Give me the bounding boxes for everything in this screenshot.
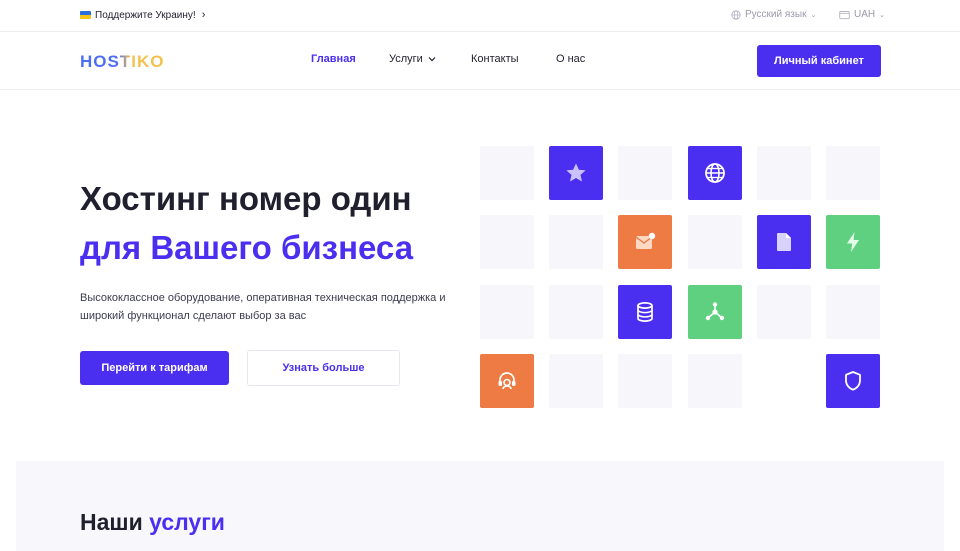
nav-contacts-label: Контакты xyxy=(471,53,519,65)
empty-tile xyxy=(549,285,603,339)
nav-contacts[interactable]: Контакты xyxy=(471,53,519,65)
network-tile xyxy=(688,285,742,339)
support-ukraine-link[interactable]: Поддержите Украину! › xyxy=(80,9,205,21)
file-tile xyxy=(757,215,811,269)
empty-tile xyxy=(549,354,603,408)
empty-tile xyxy=(688,354,742,408)
services-title-plain: Наши xyxy=(80,509,143,535)
learn-more-button[interactable]: Узнать больше xyxy=(247,350,400,386)
chevron-down-icon xyxy=(428,57,436,62)
hero-title-line2: для Вашего бизнеса xyxy=(80,229,414,266)
site-header: HOSTIKO Главная Услуги Контакты О нас Ли… xyxy=(0,32,960,90)
services-title: Наши услуги xyxy=(80,509,225,536)
empty-tile xyxy=(757,146,811,200)
chevron-down-icon: ⌄ xyxy=(879,11,885,19)
hero-title-line1: Хостинг номер один xyxy=(80,180,412,217)
mail-icon xyxy=(635,232,656,249)
currency-label: UAH xyxy=(854,9,876,20)
ukraine-flag-icon xyxy=(80,11,91,19)
star-icon xyxy=(566,163,586,182)
mail-tile xyxy=(618,215,672,269)
globe-icon xyxy=(731,9,741,20)
network-icon xyxy=(705,302,725,321)
hero-description-line1: Высококлассное оборудование, оперативная… xyxy=(80,292,446,304)
hostiko-logo[interactable]: HOSTIKO xyxy=(80,52,164,72)
nav-home-label: Главная xyxy=(311,53,356,65)
globe-tile xyxy=(688,146,742,200)
language-selector[interactable]: Русский язык ⌄ xyxy=(731,9,816,20)
currency-selector[interactable]: UAH ⌄ xyxy=(839,9,885,20)
database-icon xyxy=(637,302,653,322)
services-section xyxy=(16,461,944,551)
shield-icon xyxy=(845,371,861,391)
support-tile xyxy=(480,354,534,408)
empty-tile xyxy=(688,215,742,269)
empty-tile xyxy=(618,146,672,200)
hero-description-line2: широкий функционал сделают выбор за вас xyxy=(80,310,307,322)
personal-cabinet-button[interactable]: Личный кабинет xyxy=(757,45,881,77)
lightning-icon xyxy=(847,232,859,252)
empty-tile xyxy=(480,146,534,200)
empty-tile xyxy=(757,285,811,339)
services-title-accent: услуги xyxy=(149,509,225,535)
shield-tile xyxy=(826,354,880,408)
file-icon xyxy=(777,233,791,251)
language-label: Русский язык xyxy=(745,9,807,20)
empty-tile xyxy=(480,285,534,339)
nav-services[interactable]: Услуги xyxy=(389,53,436,65)
globe-icon xyxy=(705,163,725,183)
nav-about-label: О нас xyxy=(556,53,586,65)
hero-description: Высококлассное оборудование, оперативная… xyxy=(80,289,480,325)
support-ukraine-label: Поддержите Украину! xyxy=(95,9,196,21)
database-tile xyxy=(618,285,672,339)
empty-tile xyxy=(826,146,880,200)
chevron-down-icon: ⌄ xyxy=(810,11,817,19)
view-tariffs-button[interactable]: Перейти к тарифам xyxy=(80,351,229,385)
empty-tile xyxy=(480,215,534,269)
star-tile xyxy=(549,146,603,200)
nav-services-label: Услуги xyxy=(389,53,423,65)
empty-tile xyxy=(826,285,880,339)
empty-tile xyxy=(618,354,672,408)
wallet-icon xyxy=(839,10,850,19)
support-icon xyxy=(498,372,516,390)
lightning-tile xyxy=(826,215,880,269)
chevron-right-icon: › xyxy=(201,9,206,21)
nav-home[interactable]: Главная xyxy=(311,53,356,65)
top-utility-bar: Поддержите Украину! › Русский язык ⌄ UAH… xyxy=(0,0,960,32)
empty-tile xyxy=(549,215,603,269)
nav-about[interactable]: О нас xyxy=(556,53,585,65)
